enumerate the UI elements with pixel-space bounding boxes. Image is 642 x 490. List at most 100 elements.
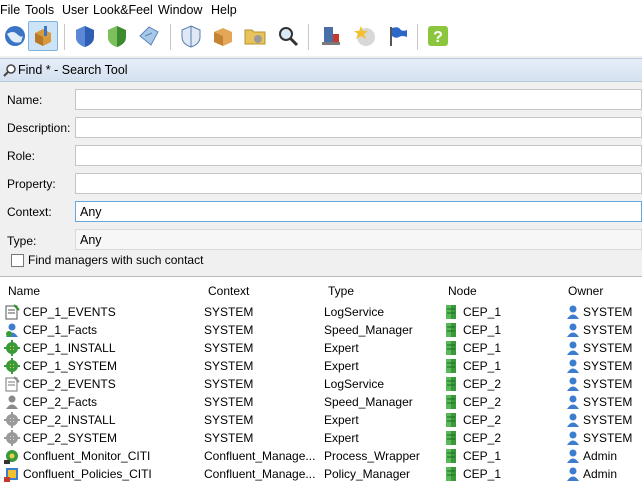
node-server-icon (443, 394, 459, 410)
cell-type: Speed_Manager (324, 323, 413, 337)
cell-node: CEP_2 (463, 377, 502, 391)
table-row[interactable]: CEP_1_EVENTS SYSTEM LogService CEP_1 SYSTEM (0, 303, 642, 321)
cell-node: CEP_2 (463, 431, 502, 445)
toolbar-separator (170, 24, 171, 50)
window-title: Find * - Search Tool (18, 63, 128, 77)
log-icon (4, 304, 20, 320)
star-icon[interactable] (350, 21, 380, 51)
cell-context: Confluent_Manage... (204, 449, 316, 463)
type-field[interactable]: Any (75, 229, 642, 250)
name-field[interactable] (75, 89, 642, 110)
table-row[interactable]: Confluent_Monitor_CITI Confluent_Manage..… (0, 447, 642, 465)
contact-checkbox[interactable] (11, 254, 24, 267)
cell-context: SYSTEM (204, 413, 254, 427)
cell-name: CEP_1_EVENTS (23, 305, 116, 319)
owner-user-icon (565, 430, 581, 446)
column-header-type[interactable]: Type (328, 284, 354, 298)
owner-user-icon (565, 304, 581, 320)
table-row[interactable]: Confluent_Policies_CITI Confluent_Manage.… (0, 465, 642, 483)
cell-context: SYSTEM (204, 305, 254, 319)
search-window-icon (3, 64, 16, 77)
cell-node: CEP_1 (463, 449, 502, 463)
menu-lookandfeel[interactable]: Look&Feel (93, 3, 153, 17)
owner-user-icon (565, 448, 581, 464)
toolbar: ? (0, 20, 642, 56)
column-header-context[interactable]: Context (208, 284, 249, 298)
cell-type: Process_Wrapper (324, 449, 420, 463)
cell-context: SYSTEM (204, 395, 254, 409)
cell-type: Expert (324, 341, 359, 355)
role-label: Role: (7, 149, 36, 163)
contact-checkbox-label: Find managers with such contact (28, 253, 204, 267)
table-row[interactable]: CEP_2_INSTALL SYSTEM Expert CEP_2 SYSTEM (0, 411, 642, 429)
menu-file[interactable]: File (0, 3, 20, 17)
shield-green-icon[interactable] (102, 21, 132, 51)
cell-node: CEP_2 (463, 395, 502, 409)
gear-gray-icon (4, 430, 20, 446)
table-row[interactable]: CEP_1_SYSTEM SYSTEM Expert CEP_1 SYSTEM (0, 357, 642, 375)
toolbar-separator (64, 24, 65, 50)
help-icon[interactable]: ? (423, 21, 453, 51)
owner-user-icon (565, 466, 581, 482)
cell-node: CEP_1 (463, 467, 502, 481)
menu-user[interactable]: User (62, 3, 88, 17)
cell-name: CEP_1_SYSTEM (23, 359, 118, 373)
shield-blue-icon[interactable] (70, 21, 100, 51)
description-field[interactable] (75, 117, 642, 138)
menu-tools[interactable]: Tools (25, 3, 54, 17)
globe-icon[interactable] (0, 21, 30, 51)
node-server-icon (443, 448, 459, 464)
policy-icon (4, 466, 20, 482)
tag-icon[interactable] (134, 21, 164, 51)
column-header-name[interactable]: Name (8, 284, 40, 298)
gear-green-icon (4, 358, 20, 374)
gear-green-icon (4, 340, 20, 356)
cell-owner: SYSTEM (583, 431, 633, 445)
cell-type: Speed_Manager (324, 395, 413, 409)
node-server-icon (443, 304, 459, 320)
shield-check-icon[interactable] (176, 21, 206, 51)
person-blue-icon (4, 322, 20, 338)
package-icon[interactable] (208, 21, 238, 51)
cell-context: SYSTEM (204, 323, 254, 337)
box-tool-icon[interactable] (28, 21, 58, 51)
role-field[interactable] (75, 145, 642, 166)
cell-node: CEP_1 (463, 359, 502, 373)
toolbar-separator (417, 24, 418, 50)
node-server-icon (443, 376, 459, 392)
search-tool-titlebar: Find * - Search Tool (0, 58, 642, 82)
cell-type: LogService (324, 305, 385, 319)
table-row[interactable]: CEP_2_EVENTS SYSTEM LogService CEP_2 SYSTEM (0, 375, 642, 393)
cell-owner: SYSTEM (583, 395, 633, 409)
cell-name: Confluent_Policies_CITI (23, 467, 152, 481)
flag-icon[interactable] (383, 21, 413, 51)
table-row[interactable]: CEP_1_INSTALL SYSTEM Expert CEP_1 SYSTEM (0, 339, 642, 357)
description-label: Description: (7, 121, 71, 135)
menu-help[interactable]: Help (211, 3, 237, 17)
node-server-icon (443, 358, 459, 374)
cell-name: CEP_2_Facts (23, 395, 98, 409)
magnifier-icon[interactable] (273, 21, 303, 51)
cell-type: LogService (324, 377, 385, 391)
server-icon[interactable] (316, 21, 346, 51)
gear-gray-icon (4, 412, 20, 428)
log-gray-icon (4, 376, 20, 392)
context-field[interactable]: Any (75, 201, 642, 222)
table-row[interactable]: CEP_1_Facts SYSTEM Speed_Manager CEP_1 SYSTE… (0, 321, 642, 339)
column-header-owner[interactable]: Owner (568, 284, 603, 298)
table-row[interactable]: CEP_2_SYSTEM SYSTEM Expert CEP_2 SYSTEM (0, 429, 642, 447)
cell-context: Confluent_Manage... (204, 467, 316, 481)
cell-owner: SYSTEM (583, 413, 633, 427)
owner-user-icon (565, 322, 581, 338)
cell-type: Policy_Manager (324, 467, 411, 481)
node-server-icon (443, 340, 459, 356)
menu-window[interactable]: Window (158, 3, 202, 17)
property-field[interactable] (75, 173, 642, 194)
cell-owner: SYSTEM (583, 341, 633, 355)
folder-gear-icon[interactable] (240, 21, 270, 51)
cell-name: CEP_1_Facts (23, 323, 98, 337)
context-label: Context: (7, 205, 52, 219)
cell-node: CEP_1 (463, 341, 502, 355)
table-row[interactable]: CEP_2_Facts SYSTEM Speed_Manager CEP_2 SYSTE… (0, 393, 642, 411)
column-header-node[interactable]: Node (448, 284, 477, 298)
